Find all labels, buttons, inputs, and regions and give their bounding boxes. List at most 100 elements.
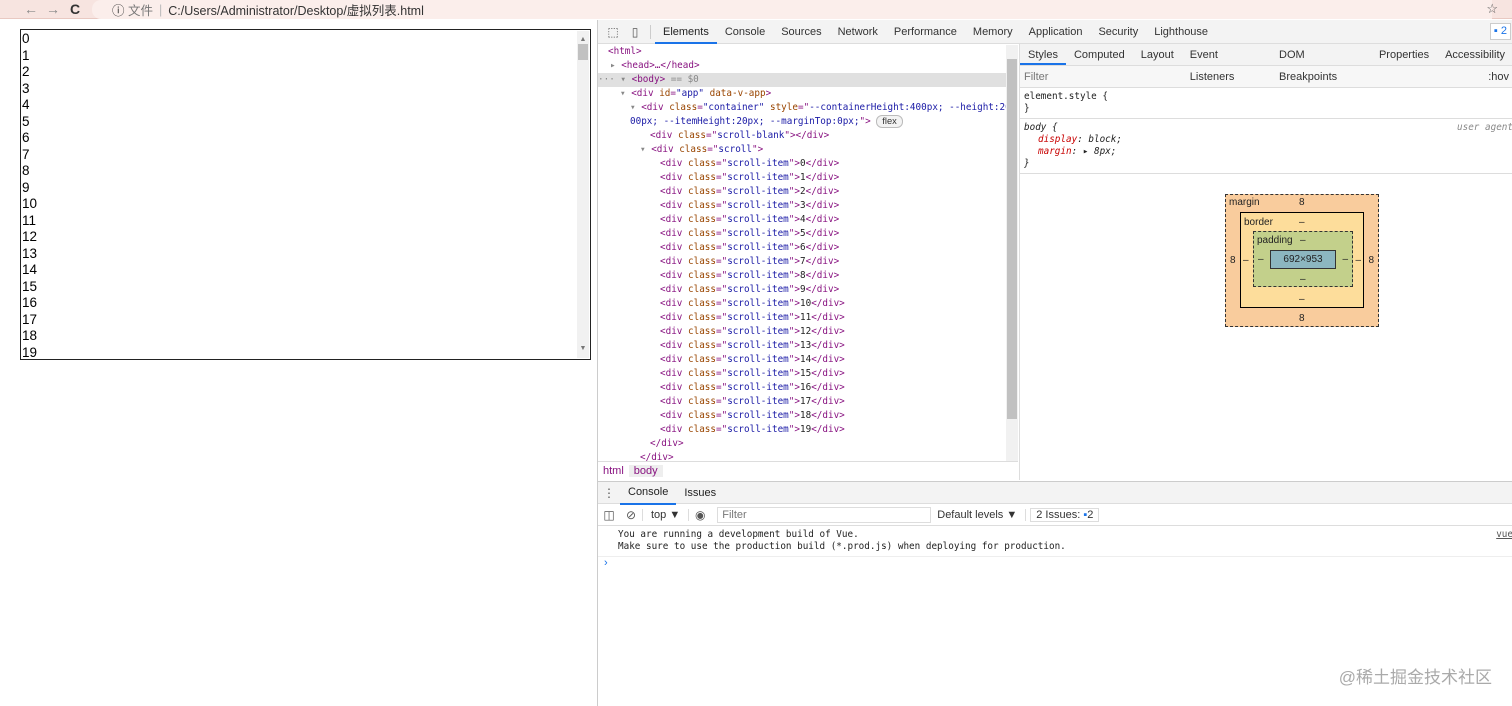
- dom-token: ▾: [620, 88, 632, 99]
- tab-security[interactable]: Security: [1090, 20, 1146, 44]
- dom-node[interactable]: <div class="scroll-item">8</div>: [598, 269, 1018, 283]
- list-scrollbar[interactable]: ▲ ▼: [577, 31, 589, 358]
- dom-node[interactable]: <div class="scroll-item">12</div>: [598, 325, 1018, 339]
- dom-token: >: [765, 88, 772, 99]
- log-levels-select[interactable]: Default levels ▼: [937, 508, 1027, 521]
- address-bar[interactable]: ⓘ 文件 | C:/Users/Administrator/Desktop/虚拟…: [92, 0, 1492, 19]
- dom-node[interactable]: <div class="scroll-item">0</div>: [598, 157, 1018, 171]
- tab-elements[interactable]: Elements: [655, 20, 717, 44]
- tab-lighthouse[interactable]: Lighthouse: [1146, 20, 1216, 44]
- tab-console[interactable]: Console: [620, 481, 677, 505]
- dom-node[interactable]: <div class="scroll-item">17</div>: [598, 395, 1018, 409]
- dom-node[interactable]: ▸ <head>…</head>: [598, 59, 1018, 73]
- dom-node[interactable]: </div>: [598, 437, 1018, 451]
- dom-node[interactable]: ··· ▾ <body> == $0: [598, 73, 1018, 87]
- sidebar-tab-event-listeners[interactable]: Event Listeners: [1182, 44, 1271, 83]
- dom-node[interactable]: <div class="scroll-item">6</div>: [598, 241, 1018, 255]
- dom-node[interactable]: <div class="scroll-item">7</div>: [598, 255, 1018, 269]
- hov-button[interactable]: :hov: [1488, 71, 1509, 83]
- dom-token: scroll-item: [727, 424, 789, 435]
- forward-button[interactable]: →: [42, 1, 64, 17]
- tab-performance[interactable]: Performance: [886, 20, 965, 44]
- tab-memory[interactable]: Memory: [965, 20, 1021, 44]
- tab-network[interactable]: Network: [830, 20, 886, 44]
- dom-token: =": [716, 172, 728, 183]
- body-rule[interactable]: user agent body { display: block; margin…: [1020, 119, 1512, 174]
- context-select[interactable]: top ▼: [642, 508, 690, 521]
- dom-token: =": [716, 368, 728, 379]
- dom-token: ">: [788, 158, 800, 169]
- box-model-padding[interactable]: padding – – – – 692×953: [1253, 231, 1353, 287]
- console-filter-input[interactable]: Filter: [717, 506, 932, 523]
- sidebar-toggle-icon[interactable]: ◫: [598, 508, 620, 522]
- inspect-icon[interactable]: ⬚: [602, 25, 624, 39]
- console-prompt[interactable]: ›: [598, 557, 1512, 569]
- bookmark-star-icon[interactable]: ☆: [1486, 1, 1498, 17]
- device-toolbar-icon[interactable]: ▯: [624, 25, 646, 39]
- dom-node[interactable]: <div class="scroll-item">13</div>: [598, 339, 1018, 353]
- box-model-border[interactable]: border – – – – padding – – – – 692×953: [1240, 212, 1364, 308]
- dom-node[interactable]: <div class="scroll-item">19</div>: [598, 423, 1018, 437]
- flex-badge[interactable]: flex: [876, 115, 903, 128]
- dom-node[interactable]: <div class="scroll-item">15</div>: [598, 367, 1018, 381]
- element-style-rule[interactable]: element.style { }: [1020, 88, 1512, 119]
- sidebar-tab-styles[interactable]: Styles: [1020, 44, 1066, 65]
- dom-node[interactable]: </div>: [598, 451, 1018, 461]
- sidebar-tab-layout[interactable]: Layout: [1133, 44, 1182, 65]
- dom-node[interactable]: <div class="scroll-item">3</div>: [598, 199, 1018, 213]
- dom-node[interactable]: ▾ <div class="scroll">: [598, 143, 1018, 157]
- eye-icon[interactable]: ◉: [689, 508, 711, 522]
- breadcrumb-html[interactable]: html: [598, 465, 629, 477]
- dom-node[interactable]: <div class="scroll-item">1</div>: [598, 171, 1018, 185]
- dom-node[interactable]: ▾ <div class="container" style="--contai…: [598, 101, 1018, 115]
- box-model-content[interactable]: 692×953: [1270, 250, 1336, 269]
- info-icon[interactable]: ⓘ: [112, 0, 125, 19]
- dom-token: ">: [788, 298, 800, 309]
- dom-node[interactable]: <div class="scroll-item">10</div>: [598, 297, 1018, 311]
- scrollbar-thumb[interactable]: [578, 44, 588, 60]
- styles-filter-input[interactable]: Filter: [1024, 71, 1048, 83]
- sidebar-tab-dom-breakpoints[interactable]: DOM Breakpoints: [1271, 44, 1371, 83]
- sidebar-tab-properties[interactable]: Properties: [1371, 44, 1437, 65]
- dom-node[interactable]: <div class="scroll-item">4</div>: [598, 213, 1018, 227]
- dom-node[interactable]: <div class="scroll-item">2</div>: [598, 185, 1018, 199]
- dom-node[interactable]: <div class="scroll-item">11</div>: [598, 311, 1018, 325]
- elements-scrollbar[interactable]: [1006, 45, 1018, 461]
- sidebar-tab-accessibility[interactable]: Accessibility: [1437, 44, 1512, 65]
- dom-node[interactable]: <html>: [598, 45, 1018, 59]
- message-source-link[interactable]: vue: [1496, 529, 1512, 541]
- padding-bottom: –: [1300, 274, 1306, 285]
- back-button[interactable]: ←: [20, 1, 42, 17]
- breadcrumb-body[interactable]: body: [628, 465, 663, 477]
- elements-tree[interactable]: <html> ▸ <head>…</head> ··· ▾ <body> == $0…: [598, 45, 1018, 461]
- box-model-margin[interactable]: margin 8 8 8 8 border – – – – padding – …: [1225, 194, 1379, 327]
- dom-node[interactable]: 00px; --itemHeight:20px; --marginTop:0px…: [598, 115, 1018, 129]
- tab-issues[interactable]: Issues: [676, 482, 724, 504]
- tab-application[interactable]: Application: [1021, 20, 1091, 44]
- dom-node[interactable]: <div class="scroll-item">14</div>: [598, 353, 1018, 367]
- prop-value[interactable]: ▸ 8px;: [1083, 146, 1117, 157]
- dom-node[interactable]: <div class="scroll-item">5</div>: [598, 227, 1018, 241]
- dom-node[interactable]: <div class="scroll-blank"></div>: [598, 129, 1018, 143]
- dom-node[interactable]: ▾ <div id="app" data-v-app>: [598, 87, 1018, 101]
- scroll-down-icon[interactable]: ▼: [577, 341, 589, 358]
- clear-console-icon[interactable]: ⊘: [620, 508, 642, 522]
- list-item: 5: [22, 113, 30, 129]
- dom-node[interactable]: <div class="scroll-item">9</div>: [598, 283, 1018, 297]
- dom-node[interactable]: <div class="scroll-item">16</div>: [598, 381, 1018, 395]
- sidebar-tab-computed[interactable]: Computed: [1066, 44, 1133, 65]
- brace: }: [1024, 158, 1030, 169]
- dom-token: <div: [660, 382, 688, 393]
- dom-node[interactable]: <div class="scroll-item">18</div>: [598, 409, 1018, 423]
- tab-sources[interactable]: Sources: [773, 20, 829, 44]
- padding-left: –: [1258, 254, 1264, 265]
- virtual-list-container[interactable]: 0 1 2 3 4 5 6 7 8 9 10 11 12 13 14 15 16 17 18 19 ▲ ▼: [20, 29, 591, 360]
- dom-token: scroll-item: [727, 186, 789, 197]
- more-options-icon[interactable]: ⋮: [598, 486, 620, 500]
- reload-button[interactable]: C: [64, 1, 86, 17]
- prop-value[interactable]: block;: [1088, 134, 1122, 145]
- issues-button[interactable]: 2 Issues: ▪2: [1030, 507, 1100, 522]
- tab-console[interactable]: Console: [717, 20, 773, 44]
- issues-badge-button[interactable]: ▪ 2: [1489, 23, 1511, 40]
- dom-token: 17: [799, 396, 812, 407]
